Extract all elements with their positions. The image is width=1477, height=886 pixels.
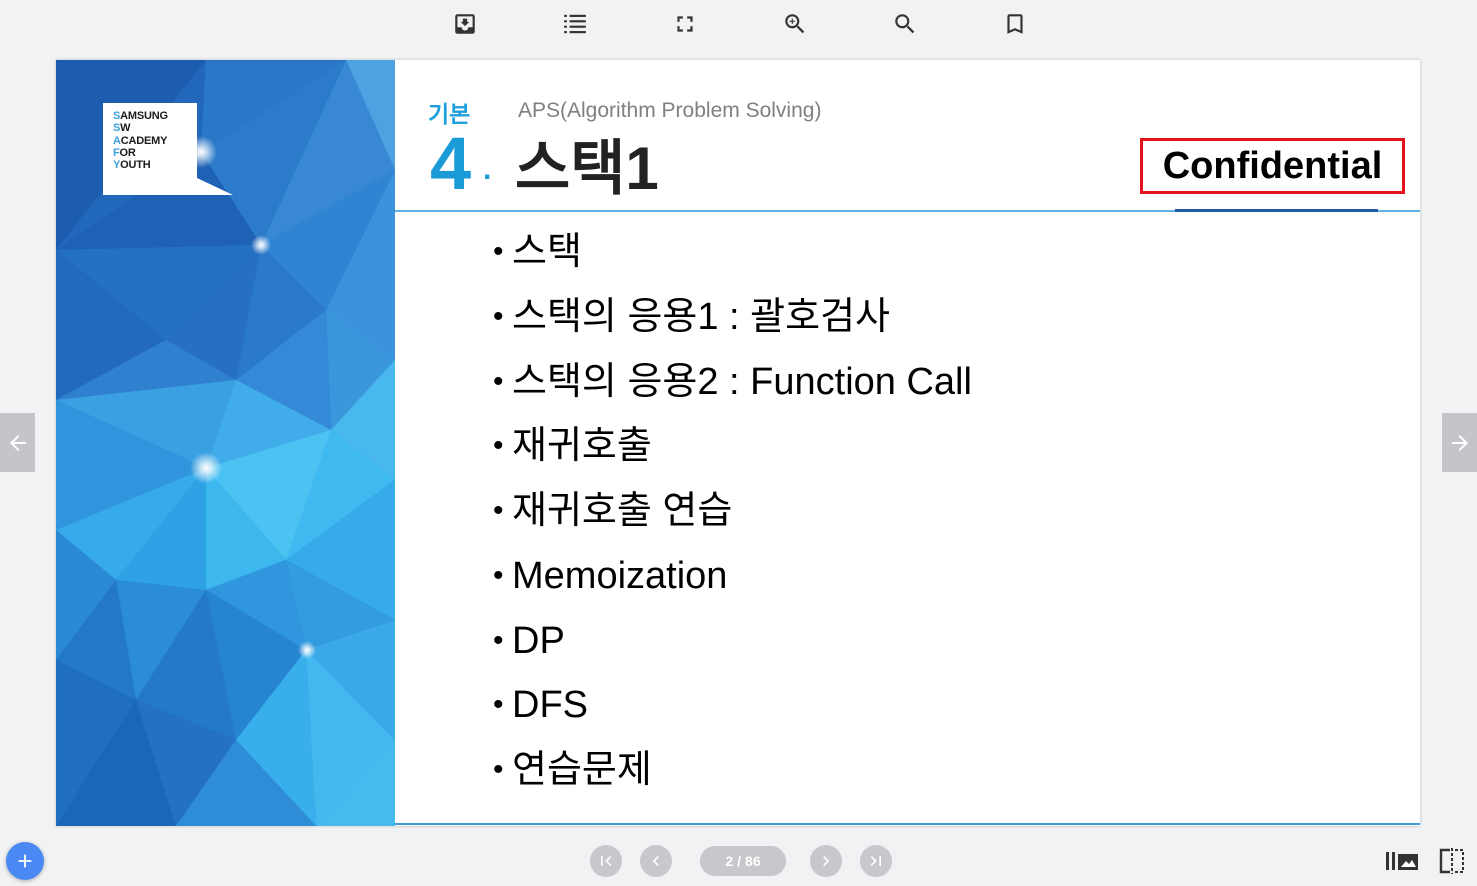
zoom-in-icon[interactable] (782, 11, 808, 37)
library-button[interactable] (1386, 848, 1418, 874)
decorative-polygon-art (56, 60, 395, 826)
list-item-text: Memoization (512, 554, 728, 597)
fullscreen-icon[interactable] (672, 11, 698, 37)
last-page-icon (870, 856, 881, 866)
bullet: • (493, 688, 504, 722)
list-item: • 재귀호출 (493, 414, 972, 479)
list-item: • Memoization (493, 544, 972, 609)
add-button[interactable] (6, 842, 44, 880)
chevron-right-icon (823, 856, 830, 866)
split-view-button[interactable] (1438, 848, 1466, 874)
first-page-icon (601, 856, 612, 866)
bookmark-icon[interactable] (1002, 11, 1028, 37)
bullet: • (493, 753, 504, 786)
download-icon[interactable] (452, 11, 478, 37)
chapter-number-dot: . (483, 153, 492, 186)
split-view-icon (1439, 848, 1464, 874)
list-item-text: DFS (512, 684, 588, 727)
first-page-button[interactable] (590, 845, 622, 877)
course-subtitle: APS(Algorithm Problem Solving) (518, 99, 822, 122)
list-item: • DP (493, 609, 972, 674)
bullet: • (493, 429, 504, 463)
prev-page-button[interactable] (640, 845, 672, 877)
list-item: • 스택의 응용2 : Function Call (493, 350, 972, 415)
list-icon[interactable] (562, 11, 588, 37)
bullet: • (493, 558, 504, 592)
logo-line: FOR (113, 146, 136, 159)
logo-line: SW (113, 122, 131, 135)
logo-line: SAMSUNG (113, 110, 168, 122)
light-glow (190, 452, 222, 484)
list-item-text: 스택 (512, 231, 582, 273)
current-page: 2 (725, 853, 734, 869)
page-separator: / (737, 853, 742, 869)
list-item: • 스택 (493, 220, 972, 285)
chapter-number: 4 (430, 122, 472, 205)
slide-page: SAMSUNG SW ACADEMY FOR YOUTH 기본 APS(Algo… (56, 60, 1420, 826)
topic-list: • 스택 • 스택의 응용1 : 괄호검사 • 스택의 응용2 : Function … (493, 220, 972, 803)
list-item: • 스택의 응용1 : 괄호검사 (493, 285, 972, 350)
list-item-text: 연습문제 (512, 749, 652, 791)
bullet: • (493, 235, 504, 268)
confidential-stamp: Confidential (1140, 138, 1405, 194)
light-glow (298, 641, 316, 659)
list-item: • 연습문제 (493, 738, 972, 803)
slide-title: 스택1 (515, 135, 659, 202)
page-indicator[interactable]: 2 / 86 (700, 846, 786, 876)
total-pages: 86 (745, 853, 761, 869)
library-icon (1386, 852, 1418, 870)
list-item-text: 재귀호출 (512, 425, 652, 468)
logo-line: ACADEMY (113, 134, 168, 147)
list-item-text: DP (512, 619, 565, 662)
light-glow (251, 235, 271, 255)
logo-text: SAMSUNG SW ACADEMY FOR YOUTH (113, 110, 168, 171)
list-item-text: 재귀호출 연습 (512, 490, 733, 532)
bullet: • (493, 299, 504, 333)
bullet: • (493, 364, 504, 398)
footer-divider (395, 823, 1420, 825)
header-divider-accent (1175, 209, 1378, 212)
search-icon[interactable] (892, 11, 918, 37)
next-page-pager-button[interactable] (810, 845, 842, 877)
chevron-left-icon (652, 856, 659, 866)
bullet: • (493, 623, 504, 657)
bullet: • (493, 494, 504, 527)
logo-line: YOUTH (113, 159, 151, 171)
list-item-text: 스택의 응용2 : Function Call (512, 360, 972, 403)
previous-page-button[interactable] (0, 413, 35, 472)
plus-icon (18, 854, 32, 868)
arrow-right-icon (1451, 434, 1468, 451)
list-item: • 재귀호출 연습 (493, 479, 972, 544)
arrow-left-icon (9, 434, 26, 451)
list-item: • DFS (493, 673, 972, 738)
next-page-button[interactable] (1442, 413, 1477, 472)
last-page-button[interactable] (860, 845, 892, 877)
list-item-text: 스택의 응용1 : 괄호검사 (512, 295, 891, 338)
